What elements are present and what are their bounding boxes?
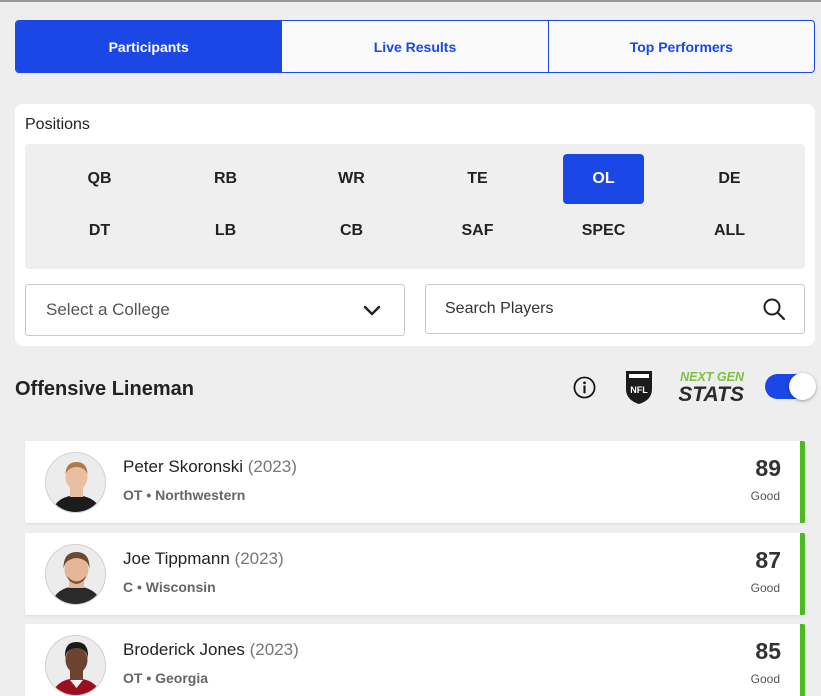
college-select[interactable]: Select a College xyxy=(25,284,405,336)
player-position-college: OT • Georgia xyxy=(123,670,209,686)
college-select-label: Select a College xyxy=(46,300,170,319)
main-tabs: Participants Live Results Top Performers xyxy=(15,20,815,73)
search-placeholder: Search Players xyxy=(445,300,554,317)
player-position-college: C • Wisconsin xyxy=(123,579,216,595)
position-dt[interactable]: DT xyxy=(59,206,140,256)
player-score: 87 xyxy=(755,547,781,573)
filter-panel: Positions QB RB WR TE OL DE DT LB CB SAF… xyxy=(15,104,815,346)
tab-live-results[interactable]: Live Results xyxy=(281,21,547,72)
player-avatar xyxy=(45,544,106,605)
ngs-line1: NEXT GEN xyxy=(680,370,745,384)
position-rb[interactable]: RB xyxy=(185,154,266,204)
position-de[interactable]: DE xyxy=(689,154,770,204)
ngs-line2: STATS xyxy=(678,383,744,405)
section-title: Offensive Lineman xyxy=(15,378,194,400)
positions-label: Positions xyxy=(25,116,90,133)
search-input[interactable]: Search Players xyxy=(425,284,805,334)
player-photo-icon xyxy=(46,453,105,512)
position-all[interactable]: ALL xyxy=(689,206,770,256)
position-spec[interactable]: SPEC xyxy=(563,206,644,256)
info-icon[interactable] xyxy=(573,376,596,399)
search-icon[interactable] xyxy=(762,297,786,321)
player-photo-icon xyxy=(46,636,105,695)
svg-text:NFL: NFL xyxy=(630,385,648,395)
player-card[interactable]: Peter Skoronski (2023) OT • Northwestern… xyxy=(25,441,805,523)
position-grid: QB RB WR TE OL DE DT LB CB SAF SPEC ALL xyxy=(25,144,805,269)
player-grade: Good xyxy=(750,672,780,686)
player-name: Joe Tippmann xyxy=(123,549,230,568)
player-avatar xyxy=(45,452,106,513)
chevron-down-icon xyxy=(363,305,381,316)
player-position-college: OT • Northwestern xyxy=(123,487,246,503)
player-card[interactable]: Joe Tippmann (2023) C • Wisconsin 87 Goo… xyxy=(25,533,805,615)
player-name: Broderick Jones xyxy=(123,640,245,659)
player-year: (2023) xyxy=(234,549,284,568)
player-name: Peter Skoronski xyxy=(123,457,243,476)
position-qb[interactable]: QB xyxy=(59,154,140,204)
player-name-line: Joe Tippmann (2023) xyxy=(123,549,284,569)
ngs-toggle[interactable] xyxy=(765,373,816,400)
top-divider xyxy=(0,0,821,2)
toggle-knob xyxy=(789,373,816,400)
player-grade: Good xyxy=(750,581,780,595)
player-avatar xyxy=(45,635,106,696)
tab-top-performers[interactable]: Top Performers xyxy=(547,21,814,72)
next-gen-stats-logo: NFL NEXT GEN STATS xyxy=(626,370,745,405)
position-wr[interactable]: WR xyxy=(311,154,392,204)
player-grade: Good xyxy=(750,489,780,503)
player-year: (2023) xyxy=(249,640,299,659)
player-name-line: Peter Skoronski (2023) xyxy=(123,457,297,477)
player-photo-icon xyxy=(46,545,105,604)
position-cb[interactable]: CB xyxy=(311,206,392,256)
position-te[interactable]: TE xyxy=(437,154,518,204)
player-year: (2023) xyxy=(247,457,297,476)
player-card[interactable]: Broderick Jones (2023) OT • Georgia 85 G… xyxy=(25,624,805,696)
position-saf[interactable]: SAF xyxy=(437,206,518,256)
player-score: 89 xyxy=(755,455,781,481)
position-ol[interactable]: OL xyxy=(563,154,644,204)
player-name-line: Broderick Jones (2023) xyxy=(123,640,299,660)
tab-participants[interactable]: Participants xyxy=(16,21,282,72)
player-score: 85 xyxy=(755,638,781,664)
position-lb[interactable]: LB xyxy=(185,206,266,256)
